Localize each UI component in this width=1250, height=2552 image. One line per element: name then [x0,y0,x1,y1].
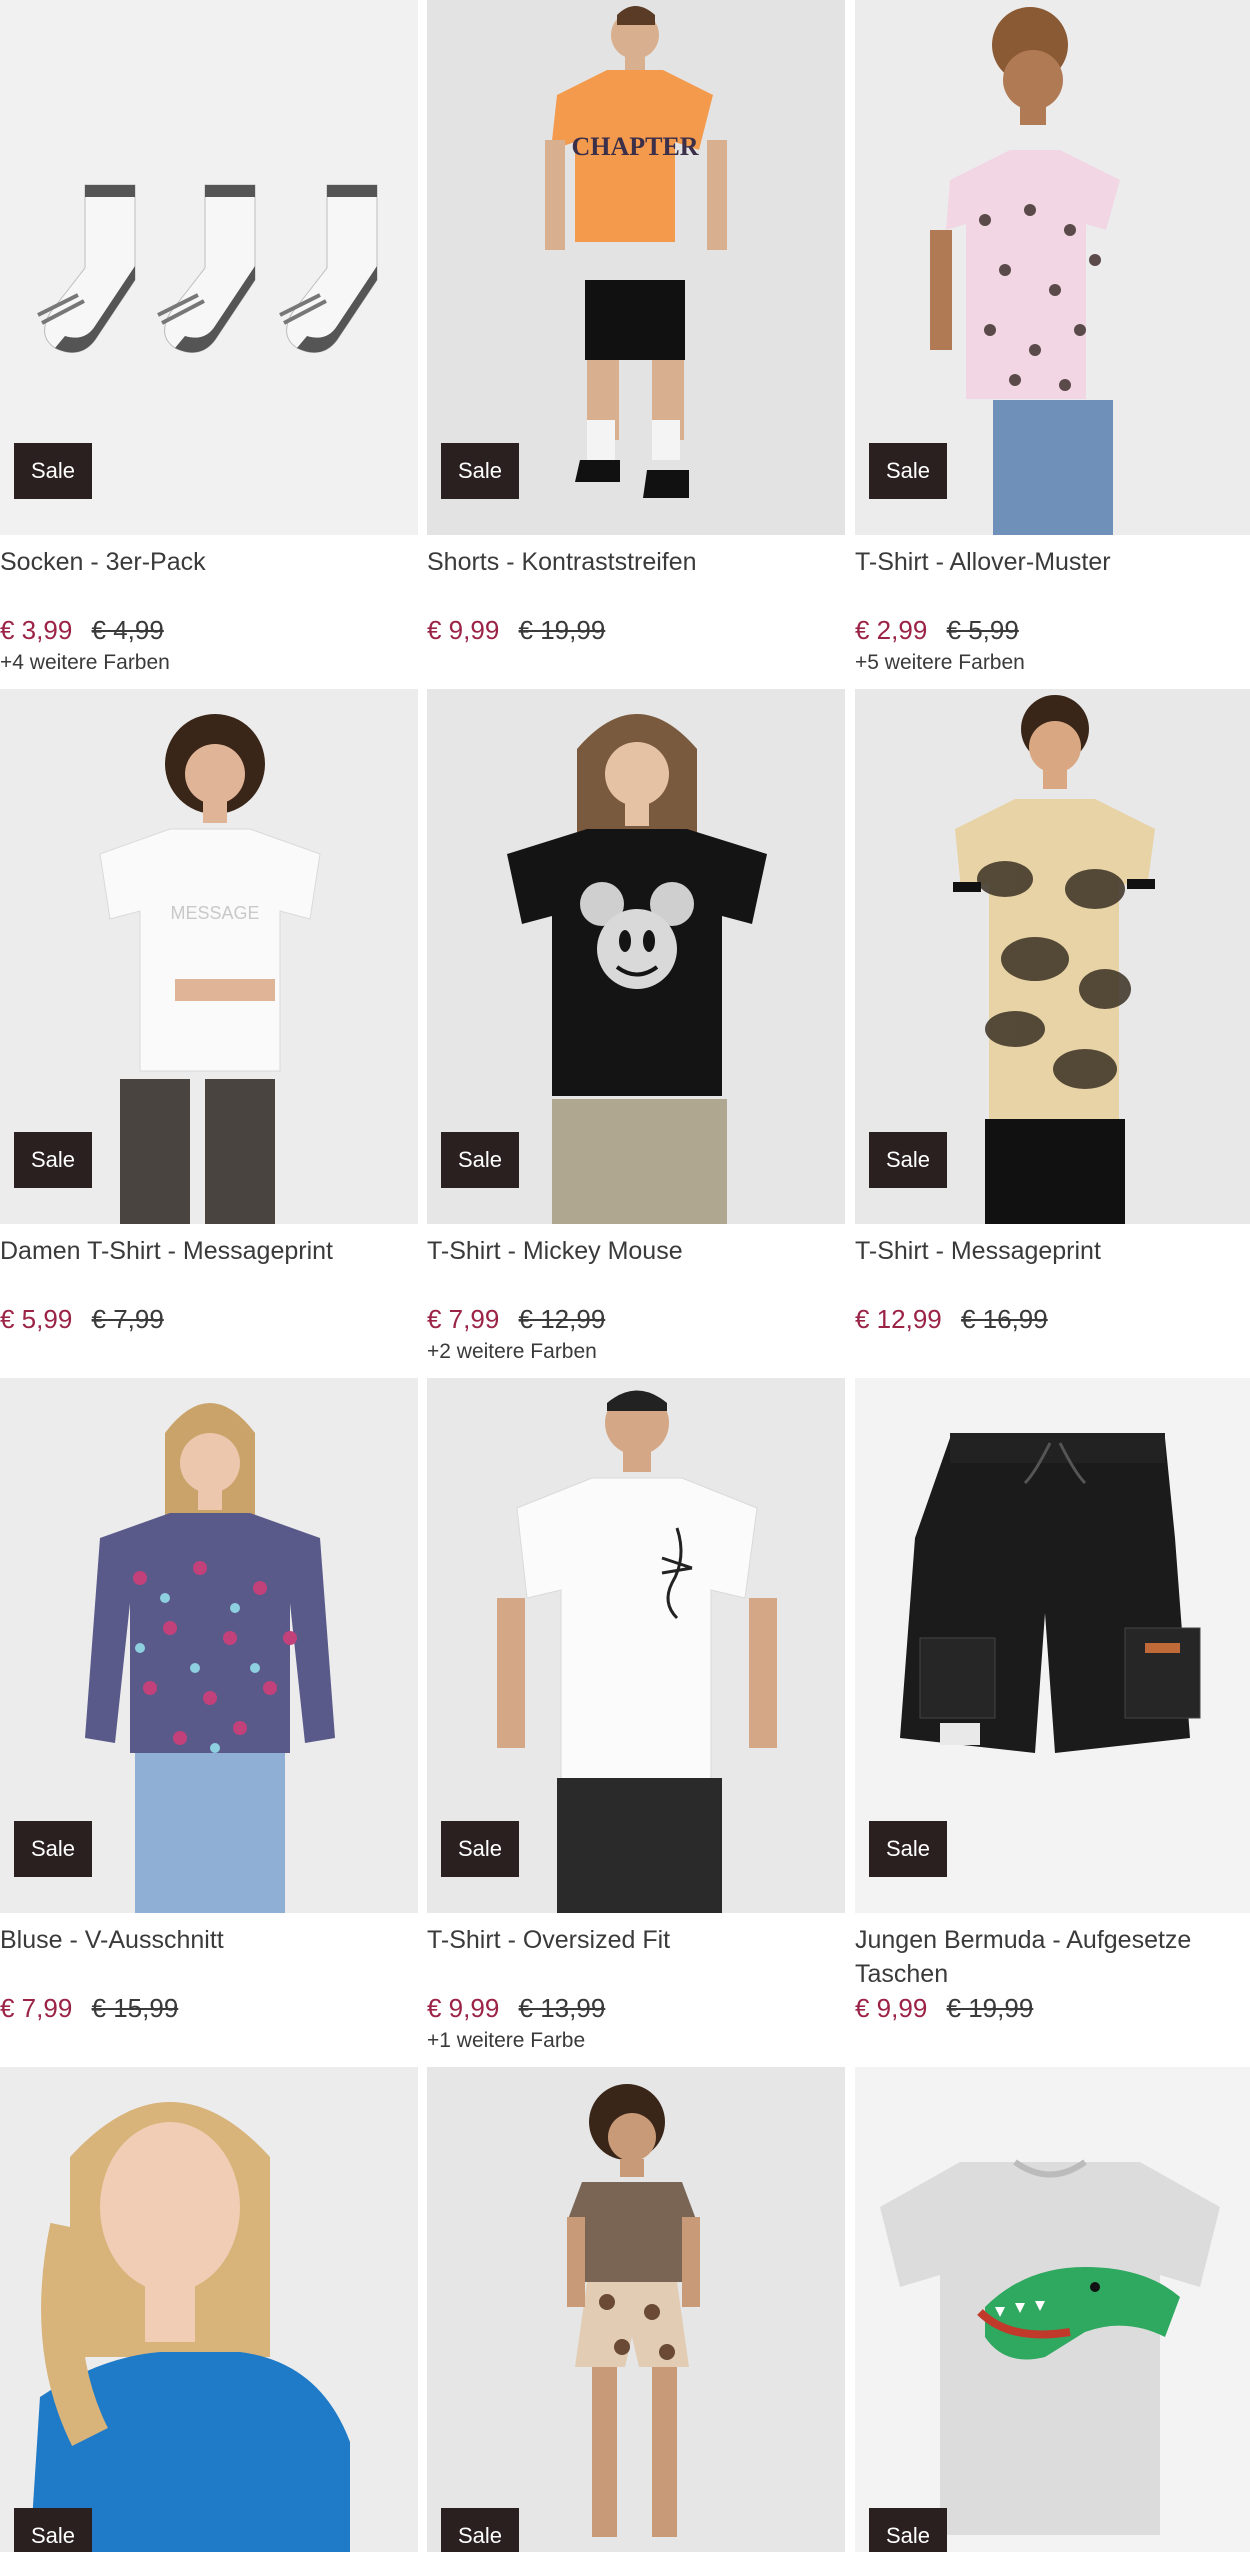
product-title[interactable]: Socken - 3er-Pack [0,545,418,613]
original-price: € 12,99 [518,1304,606,1334]
product-card[interactable]: Sale [0,2067,418,2552]
product-image[interactable]: Sale [855,0,1250,535]
original-price: € 19,99 [946,1993,1034,2023]
product-image[interactable]: Sale [427,2067,845,2552]
product-prices: € 2,99 € 5,99 [855,613,1250,647]
product-prices: € 3,99 € 4,99 [0,613,418,647]
original-price: € 5,99 [946,615,1019,645]
product-title[interactable]: Jungen Bermuda - Aufgesetze Taschen [855,1923,1250,1991]
product-image[interactable]: Sale [855,689,1250,1224]
grey-crocodile-tshirt [855,2067,1250,2552]
product-title[interactable]: Shorts - Kontraststreifen [427,545,845,613]
more-colors-link[interactable]: +1 weitere Farbe [427,2027,845,2055]
original-price: € 15,99 [91,1993,179,2023]
product-image[interactable]: Sale [0,1378,418,1913]
product-image[interactable]: Sale [855,1378,1250,1913]
product-card[interactable]: Sale [855,2067,1250,2552]
sale-badge: Sale [14,1132,92,1188]
product-card[interactable]: Sale Socken - 3er-Pack € 3,99 € 4,99 +4 … [0,0,418,677]
more-colors-link[interactable]: +5 weitere Farben [855,649,1250,677]
product-title[interactable]: Damen T-Shirt - Messageprint [0,1234,418,1302]
product-title[interactable]: T-Shirt - Mickey Mouse [427,1234,845,1302]
product-image[interactable]: Sale [0,2067,418,2552]
sale-price: € 5,99 [0,1304,73,1334]
sale-price: € 12,99 [855,1304,942,1334]
sale-badge: Sale [441,443,519,499]
product-prices: € 7,99 € 15,99 [0,1991,418,2025]
sale-price: € 7,99 [0,1993,73,2023]
product-card[interactable]: Sale T-Shirt - Mickey Mouse € 7,99 € 12,… [427,689,845,1366]
more-colors-link[interactable]: +4 weitere Farben [0,649,418,677]
product-card[interactable]: MESSAGE Sale Damen T-Shirt - Messageprin… [0,689,418,1338]
model-blue-top [0,2067,418,2552]
sale-price: € 3,99 [0,615,73,645]
product-card[interactable]: Sale T-Shirt - Oversized Fit € 9,99 € 13… [427,1378,845,2055]
product-card[interactable]: Sale [427,2067,845,2552]
original-price: € 4,99 [91,615,164,645]
sale-price: € 9,99 [427,1993,500,2023]
sale-badge: Sale [869,2508,947,2552]
product-card[interactable]: Sale Jungen Bermuda - Aufgesetze Taschen… [855,1378,1250,2027]
product-prices: € 12,99 € 16,99 [855,1302,1250,1336]
product-image[interactable]: Sale [427,689,845,1224]
sale-price: € 7,99 [427,1304,500,1334]
product-title[interactable]: T-Shirt - Oversized Fit [427,1923,845,1991]
sale-price: € 9,99 [855,1993,928,2023]
product-image[interactable]: Sale [855,2067,1250,2552]
product-title[interactable]: T-Shirt - Messageprint [855,1234,1250,1302]
original-price: € 16,99 [960,1304,1048,1334]
product-card[interactable]: CHAPTER Sale Shorts - Kontraststreifen €… [427,0,845,649]
sale-price: € 2,99 [855,615,928,645]
original-price: € 7,99 [91,1304,164,1334]
sale-badge: Sale [869,1132,947,1188]
sale-badge: Sale [441,1132,519,1188]
product-image[interactable]: CHAPTER Sale [427,0,845,535]
sale-badge: Sale [14,2508,92,2552]
original-price: € 19,99 [518,615,606,645]
sale-badge: Sale [14,1821,92,1877]
original-price: € 13,99 [518,1993,606,2023]
more-colors-link[interactable]: +2 weitere Farben [427,1338,845,1366]
model-brown-top-print-shorts [427,2067,845,2552]
product-prices: € 9,99 € 19,99 [427,613,845,647]
product-title[interactable]: T-Shirt - Allover-Muster [855,545,1250,613]
svg-text:MESSAGE: MESSAGE [170,903,259,923]
product-image[interactable]: Sale [0,0,418,535]
product-title[interactable]: Bluse - V-Ausschnitt [0,1923,418,1991]
sale-badge: Sale [441,2508,519,2552]
svg-text:CHAPTER: CHAPTER [571,132,698,161]
sale-badge: Sale [869,443,947,499]
product-prices: € 9,99 € 19,99 [855,1991,1250,2025]
product-image[interactable]: MESSAGE Sale [0,689,418,1224]
sale-badge: Sale [869,1821,947,1877]
product-card[interactable]: Sale T-Shirt - Allover-Muster € 2,99 € 5… [855,0,1250,677]
product-prices: € 7,99 € 12,99 [427,1302,845,1336]
product-card[interactable]: Sale Bluse - V-Ausschnitt € 7,99 € 15,99 [0,1378,418,2027]
product-image[interactable]: Sale [427,1378,845,1913]
product-card[interactable]: Sale T-Shirt - Messageprint € 12,99 € 16… [855,689,1250,1338]
product-prices: € 9,99 € 13,99 [427,1991,845,2025]
sale-badge: Sale [14,443,92,499]
product-prices: € 5,99 € 7,99 [0,1302,418,1336]
sale-badge: Sale [441,1821,519,1877]
product-grid: Sale Socken - 3er-Pack € 3,99 € 4,99 +4 … [0,0,1250,2552]
sale-price: € 9,99 [427,615,500,645]
